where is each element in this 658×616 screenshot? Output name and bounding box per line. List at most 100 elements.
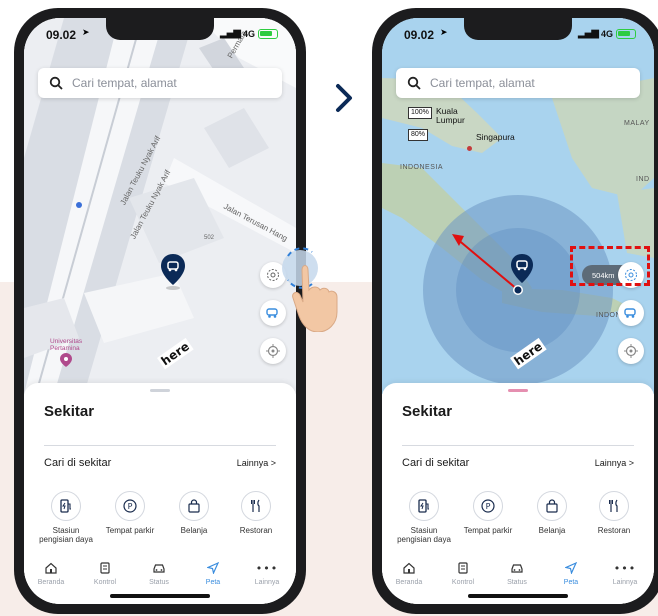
category-charging[interactable]: Stasiun pengisian daya — [394, 491, 454, 544]
nearby-search-label: Cari di sekitar — [402, 457, 470, 469]
svg-text:P: P — [128, 502, 133, 511]
poi-pin-icon[interactable] — [60, 352, 72, 367]
poi-label: Pertamina — [50, 345, 80, 352]
category-restaurant[interactable]: Restoran — [584, 491, 644, 535]
network-type: 4G — [242, 28, 255, 39]
tab-kontrol[interactable]: Kontrol — [436, 560, 490, 586]
battery-icon — [258, 28, 278, 39]
tutorial-stage: Jalan Teuku Nyak Arif Jalan Teuku Nyak A… — [0, 0, 658, 616]
category-label: Restoran — [597, 526, 631, 535]
country-label: MALAY — [624, 120, 650, 127]
country-label: IND — [636, 176, 650, 183]
scale-indicator: 80% — [408, 129, 429, 141]
vehicle-location-pin-icon[interactable] — [510, 254, 534, 288]
tab-label: Beranda — [395, 579, 423, 586]
category-shopping[interactable]: Belanja — [164, 491, 224, 535]
signal-icon: ▂▄▆ — [219, 28, 241, 39]
nearby-search-label: Cari di sekitar — [44, 457, 112, 469]
tab-lainnya[interactable]: ••• Lainnya — [240, 560, 294, 587]
search-bar[interactable]: Cari tempat, alamat — [396, 68, 640, 98]
signal-icon: ▂▄▆ — [577, 28, 599, 39]
category-parking[interactable]: P Tempat parkir — [100, 491, 160, 535]
search-bar[interactable]: Cari tempat, alamat — [38, 68, 282, 98]
left-phone: Jalan Teuku Nyak Arif Jalan Teuku Nyak A… — [14, 8, 338, 614]
more-icon: ••• — [255, 561, 279, 575]
category-shopping[interactable]: Belanja — [522, 491, 582, 535]
charging-station-icon — [418, 499, 429, 513]
category-label: Restoran — [239, 526, 273, 535]
category-restaurant[interactable]: Restoran — [226, 491, 286, 535]
scale-indicator: 100% — [408, 107, 432, 119]
tab-label: Status — [149, 579, 169, 586]
radar-icon — [267, 269, 279, 281]
parking-icon: P — [123, 499, 137, 513]
poi-label: Universitas — [50, 338, 83, 345]
tab-status[interactable]: Status — [132, 560, 186, 586]
parking-icon: P — [481, 499, 495, 513]
right-phone: 100% 80% Kuala Lumpur Singapura INDONESI… — [372, 8, 658, 614]
building-number: 502 — [204, 235, 215, 241]
shopping-bag-icon — [188, 499, 200, 513]
sheet-title: Sekitar — [402, 403, 453, 420]
tab-peta[interactable]: Peta — [186, 560, 240, 586]
tap-gesture-icon — [282, 240, 342, 333]
sheet-handle[interactable] — [150, 389, 170, 392]
tab-label: Lainnya — [612, 579, 638, 586]
tab-label: Status — [507, 579, 527, 586]
svg-text:P: P — [486, 502, 491, 511]
status-time: 09.02 — [46, 28, 77, 42]
vehicle-location-pin-icon[interactable] — [160, 254, 186, 290]
car-location-icon — [624, 308, 636, 318]
city-label: Singapura — [476, 132, 515, 142]
location-arrow-icon: ➤ — [440, 28, 448, 38]
notch — [464, 18, 572, 40]
sheet-handle[interactable] — [508, 389, 528, 392]
search-placeholder: Cari tempat, alamat — [72, 76, 177, 90]
category-label: Stasiun pengisian daya — [397, 526, 451, 544]
tab-lainnya[interactable]: ••• Lainnya — [598, 560, 652, 587]
highlight-box — [570, 246, 650, 286]
more-link[interactable]: Lainnya > — [237, 458, 276, 468]
status-time: 09.02 — [404, 28, 435, 42]
country-label: INDONESIA — [400, 164, 444, 171]
search-icon — [406, 75, 422, 91]
category-label: Tempat parkir — [105, 526, 155, 535]
location-arrow-icon: ➤ — [82, 28, 90, 38]
home-indicator — [110, 594, 210, 598]
crosshair-icon — [266, 344, 280, 358]
category-charging[interactable]: Stasiun pengisian daya — [36, 491, 96, 544]
tab-status[interactable]: Status — [490, 560, 544, 586]
restaurant-icon — [609, 499, 618, 512]
shopping-bag-icon — [546, 499, 558, 513]
crosshair-icon — [624, 344, 638, 358]
tab-label: Peta — [205, 579, 221, 586]
category-label: Belanja — [538, 526, 566, 535]
my-location-button[interactable] — [618, 338, 644, 364]
tab-kontrol[interactable]: Kontrol — [78, 560, 132, 586]
charging-station-icon — [60, 499, 71, 513]
more-link[interactable]: Lainnya > — [595, 458, 634, 468]
tab-label: Peta — [563, 579, 579, 586]
battery-icon — [616, 28, 636, 39]
divider — [402, 445, 634, 446]
tab-beranda[interactable]: Beranda — [382, 560, 436, 586]
next-step-chevron-icon — [332, 83, 356, 113]
category-parking[interactable]: P Tempat parkir — [458, 491, 518, 535]
tab-label: Kontrol — [451, 579, 475, 586]
category-label: Stasiun pengisian daya — [39, 526, 93, 544]
navigation-icon — [207, 562, 219, 574]
car-icon — [153, 564, 165, 573]
my-location-button[interactable] — [260, 338, 286, 364]
tab-label: Beranda — [37, 579, 65, 586]
home-icon — [403, 562, 415, 574]
city-label: Lumpur — [436, 115, 465, 125]
vehicle-locate-button[interactable] — [618, 300, 644, 326]
control-icon — [458, 562, 468, 574]
search-icon — [48, 75, 64, 91]
tab-peta[interactable]: Peta — [544, 560, 598, 586]
search-placeholder: Cari tempat, alamat — [430, 76, 535, 90]
restaurant-icon — [251, 499, 260, 512]
tab-beranda[interactable]: Beranda — [24, 560, 78, 586]
tab-label: Kontrol — [93, 579, 117, 586]
category-label: Belanja — [180, 526, 208, 535]
